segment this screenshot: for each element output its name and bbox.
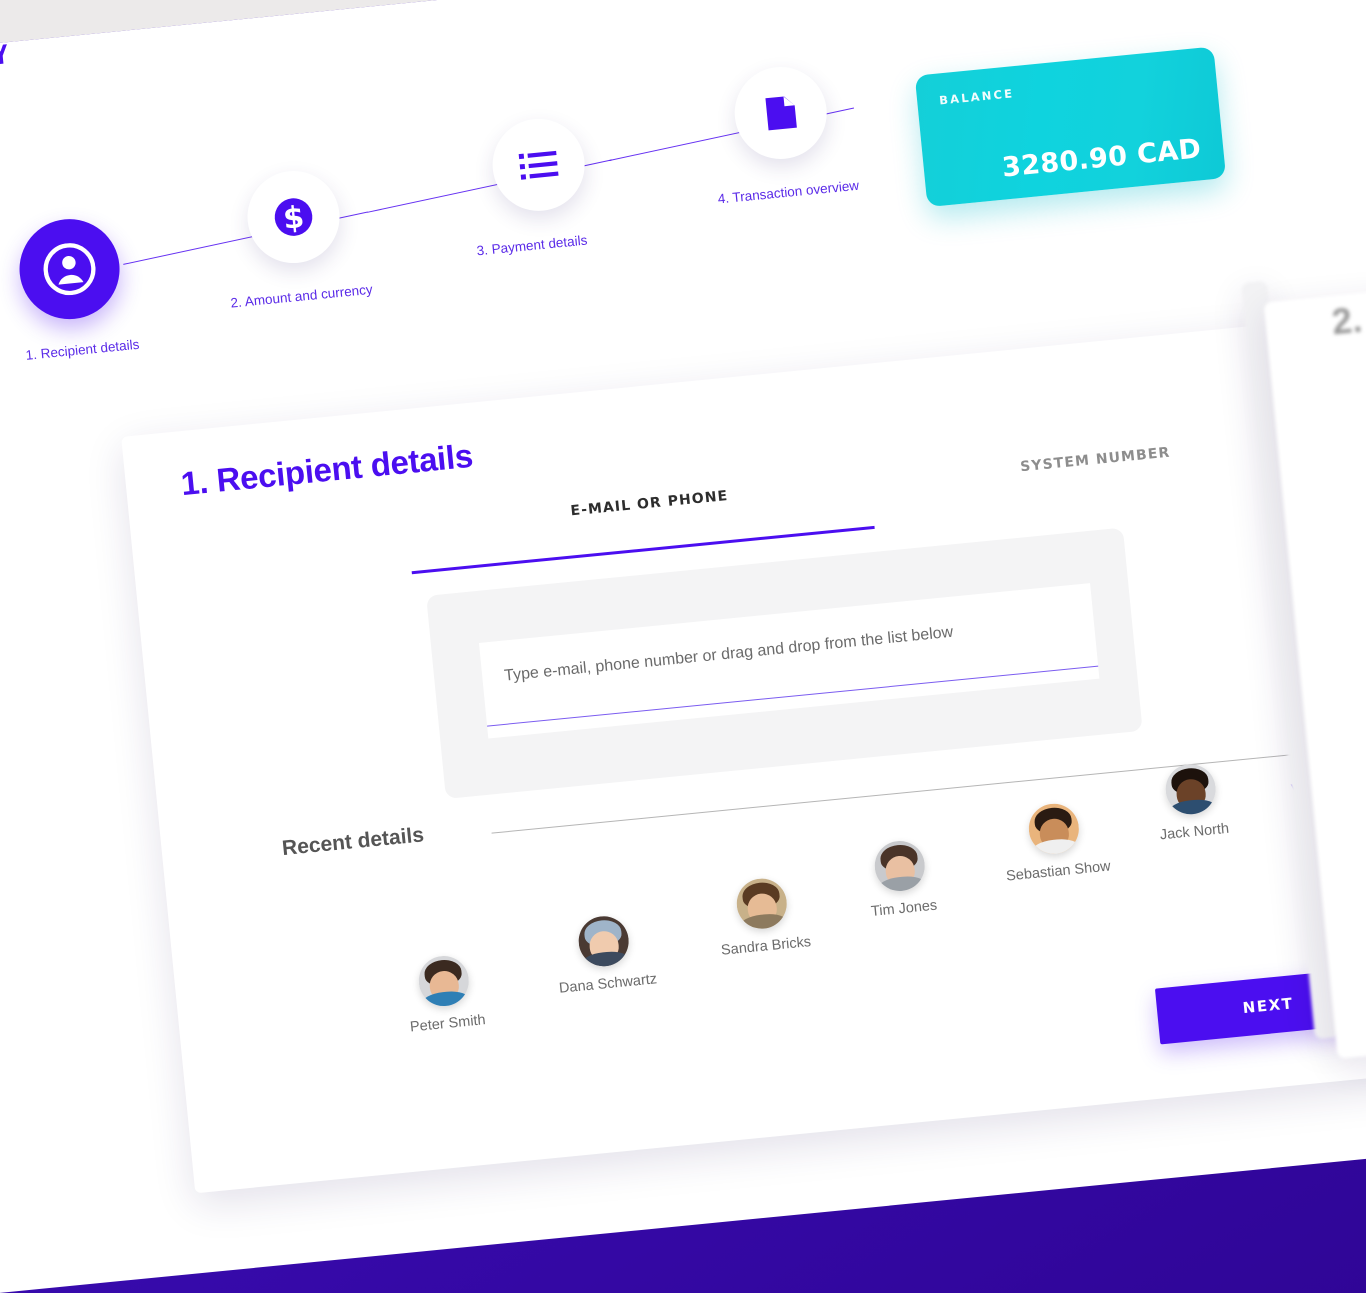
step-1-recipient-details[interactable] bbox=[14, 214, 125, 324]
avatar bbox=[872, 838, 928, 894]
list-item[interactable]: Peter Smith bbox=[404, 952, 486, 1035]
balance-amount: 3280.90 CAD bbox=[1000, 133, 1203, 184]
screen: ACCOUNT CREDIT CARD TRANSFERS HELP Trish… bbox=[0, 0, 1366, 1293]
step-3-label: 3. Payment details bbox=[475, 232, 588, 259]
avatar bbox=[576, 913, 632, 969]
recipient-field bbox=[478, 583, 1100, 739]
step-3-payment-details[interactable] bbox=[488, 114, 589, 216]
list-item[interactable]: Sebastian Show bbox=[1000, 799, 1112, 885]
app-window: ACCOUNT CREDIT CARD TRANSFERS HELP Trish… bbox=[0, 0, 1366, 1293]
background-card-label: 2. bbox=[1330, 298, 1364, 343]
step-2-amount-and-currency[interactable]: $ bbox=[243, 166, 344, 268]
list-item[interactable]: Dana Schwartz bbox=[552, 912, 658, 997]
step-4-label: 4. Transaction overview bbox=[717, 177, 860, 207]
form-tab-email-or-phone[interactable]: E-MAIL OR PHONE bbox=[570, 488, 729, 519]
contact-name: Sebastian Show bbox=[1005, 858, 1112, 885]
list-item[interactable]: Sandra Bricks bbox=[715, 874, 812, 959]
avatar bbox=[1026, 801, 1082, 857]
avatar bbox=[734, 876, 790, 931]
form-tab-system-number[interactable]: SYSTEM NUMBER bbox=[1020, 445, 1171, 476]
recent-details-heading: Recent details bbox=[280, 823, 425, 861]
step-1-label: 1. Recipient details bbox=[25, 336, 141, 363]
user-icon bbox=[43, 243, 96, 296]
list-item[interactable]: Tim Jones bbox=[864, 838, 938, 920]
contact-name: Tim Jones bbox=[870, 897, 938, 920]
avatar bbox=[1162, 761, 1218, 817]
avatar bbox=[416, 953, 471, 1009]
recipient-details-card: 1. Recipient details E-MAIL OR PHONE SYS… bbox=[121, 316, 1366, 1194]
dollar-icon: $ bbox=[274, 198, 313, 237]
contact-name: Dana Schwartz bbox=[558, 971, 658, 997]
list-item[interactable]: Jack North bbox=[1153, 761, 1230, 844]
contact-name: Sandra Bricks bbox=[720, 934, 812, 959]
step-2-label: 2. Amount and currency bbox=[229, 281, 374, 311]
document-icon bbox=[765, 96, 797, 131]
svg-text:$: $ bbox=[282, 200, 306, 237]
page-title: 1. Recipient details bbox=[179, 436, 475, 503]
contact-name: Jack North bbox=[1159, 820, 1230, 844]
list-icon bbox=[518, 150, 559, 180]
balance-label: BALANCE bbox=[938, 86, 1015, 108]
